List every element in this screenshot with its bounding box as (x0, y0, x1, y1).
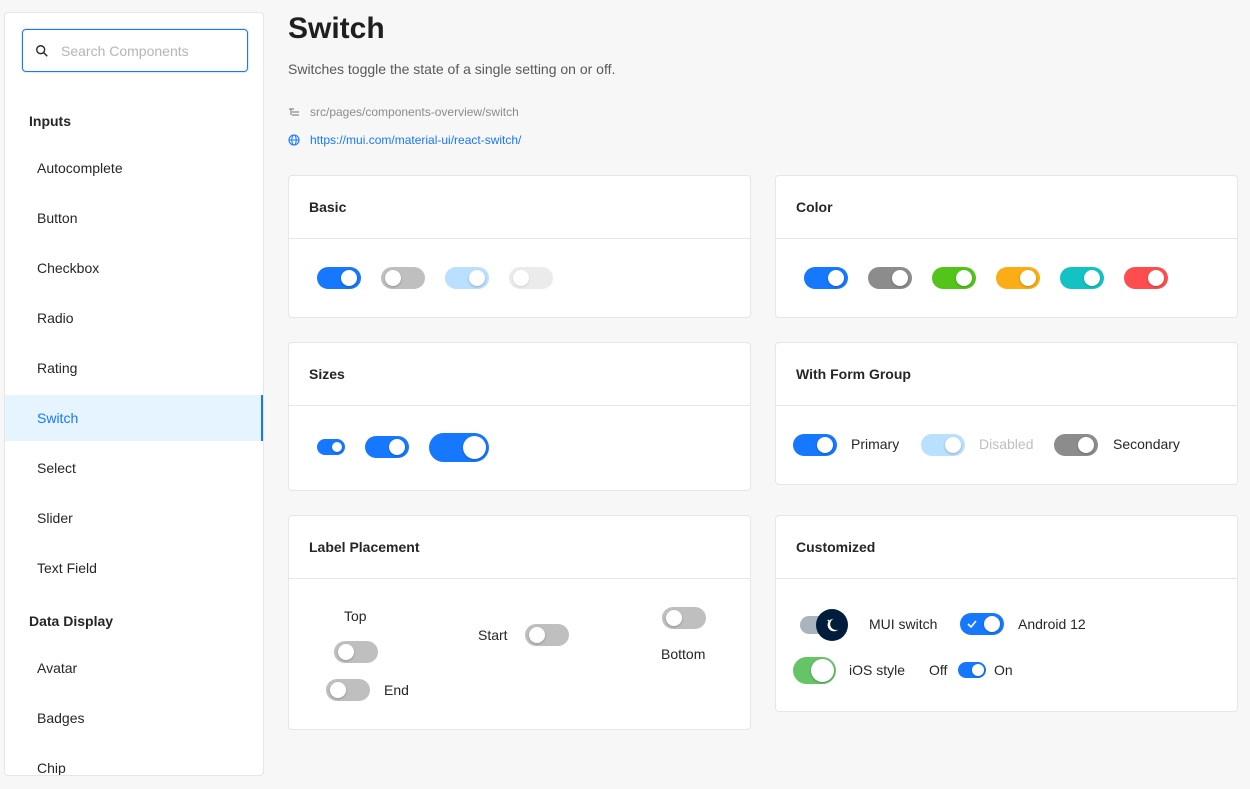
card-title: Color (776, 176, 1237, 239)
sidebar-item-rating[interactable]: Rating (5, 345, 263, 391)
label-disabled: Disabled (979, 436, 1034, 452)
nav-group-inputs: Inputs (29, 113, 71, 129)
tree-icon (289, 108, 299, 116)
switch-color-secondary[interactable] (868, 267, 912, 289)
moon-icon (816, 609, 848, 641)
card-title: Customized (776, 516, 1237, 579)
switch-mui-dark-mode[interactable] (800, 609, 848, 641)
card-label-placement: Label Placement Top Start Bottom End (288, 515, 751, 730)
switch-color-success[interactable] (932, 267, 976, 289)
search-input[interactable] (61, 42, 231, 59)
source-path: src/pages/components-overview/switch (310, 105, 519, 119)
doc-link[interactable]: https://mui.com/material-ui/react-switch… (310, 133, 521, 147)
sidebar-item-checkbox[interactable]: Checkbox (5, 245, 263, 291)
label-ios-style: iOS style (849, 662, 906, 678)
label-on: On (994, 662, 1013, 678)
nav-group-data-display: Data Display (29, 613, 114, 629)
sidebar-item-avatar[interactable]: Avatar (5, 645, 263, 691)
sidebar: Inputs Autocomplete Button Checkbox Radi… (4, 12, 264, 776)
sidebar-item-autocomplete[interactable]: Autocomplete (5, 145, 263, 191)
label-start: Start (478, 627, 508, 643)
card-sizes: Sizes (288, 342, 751, 491)
switch-off-on[interactable] (958, 662, 986, 678)
switch-placement-top[interactable] (334, 641, 378, 663)
switch-form-primary[interactable] (793, 434, 837, 456)
switch-basic-disabled-on (445, 267, 489, 289)
switch-size-large[interactable] (429, 433, 489, 462)
label-end: End (384, 682, 409, 698)
switch-form-secondary[interactable] (1054, 434, 1098, 456)
globe-icon (288, 134, 300, 146)
sidebar-item-select[interactable]: Select (5, 445, 263, 491)
label-top: Top (344, 608, 367, 624)
card-basic: Basic (288, 175, 751, 318)
switch-color-warning[interactable] (996, 267, 1040, 289)
card-color: Color (775, 175, 1238, 318)
label-android-12: Android 12 (1018, 616, 1086, 632)
switch-size-small[interactable] (317, 439, 345, 455)
switch-placement-bottom[interactable] (662, 607, 706, 629)
switch-android-12[interactable] (960, 613, 1004, 635)
switch-placement-start[interactable] (525, 624, 569, 646)
card-customized: Customized MUI switch Android 12 iOS sty… (775, 515, 1238, 712)
label-secondary: Secondary (1113, 436, 1180, 452)
sidebar-item-slider[interactable]: Slider (5, 495, 263, 541)
sidebar-item-switch[interactable]: Switch (5, 395, 263, 441)
card-form-group: With Form Group Primary Disabled Seconda… (775, 342, 1238, 485)
page-title: Switch (288, 12, 385, 45)
card-title: Basic (289, 176, 750, 239)
source-path-row: src/pages/components-overview/switch (288, 105, 519, 119)
sidebar-item-radio[interactable]: Radio (5, 295, 263, 341)
sidebar-item-badges[interactable]: Badges (5, 695, 263, 741)
card-title: With Form Group (776, 343, 1237, 406)
sidebar-item-chip[interactable]: Chip (5, 745, 263, 775)
check-icon (967, 620, 977, 629)
card-title: Label Placement (289, 516, 750, 579)
card-title: Sizes (289, 343, 750, 406)
sidebar-item-text-field[interactable]: Text Field (5, 545, 263, 591)
label-off: Off (929, 662, 948, 678)
search-box[interactable] (22, 29, 248, 72)
switch-form-disabled (921, 434, 965, 456)
label-bottom: Bottom (661, 646, 706, 662)
switch-color-error[interactable] (1124, 267, 1168, 289)
switch-basic-on[interactable] (317, 267, 361, 289)
switch-basic-disabled-off (509, 267, 553, 289)
page-description: Switches toggle the state of a single se… (288, 61, 616, 77)
doc-link-row: https://mui.com/material-ui/react-switch… (288, 133, 521, 147)
switch-placement-end[interactable] (326, 679, 370, 701)
switch-size-medium[interactable] (365, 436, 409, 458)
label-mui-switch: MUI switch (869, 616, 938, 632)
search-icon (36, 44, 48, 57)
switch-color-primary[interactable] (804, 267, 848, 289)
label-primary: Primary (851, 436, 900, 452)
switch-ios-style[interactable] (793, 657, 836, 684)
switch-basic-off[interactable] (381, 267, 425, 289)
switch-color-info[interactable] (1060, 267, 1104, 289)
sidebar-item-button[interactable]: Button (5, 195, 263, 241)
